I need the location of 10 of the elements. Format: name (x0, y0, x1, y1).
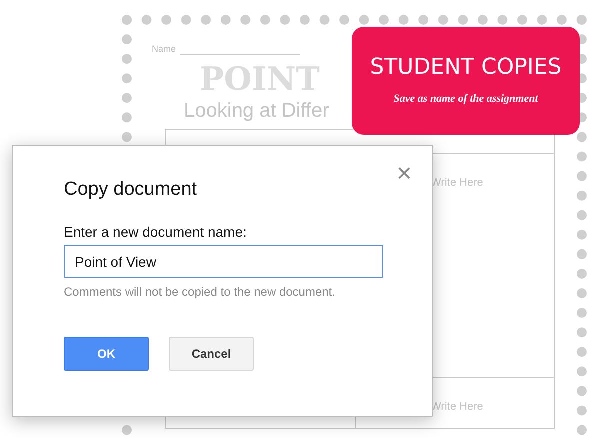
banner-title: STUDENT COPIES (370, 54, 562, 81)
name-field-label: Enter a new document name: (64, 223, 247, 241)
close-button[interactable]: × (396, 160, 412, 186)
banner-subtitle: Save as name of the assignment (394, 92, 538, 107)
hint-text: Comments will not be copied to the new document. (64, 284, 336, 301)
document-name-field[interactable]: Point of View (64, 245, 383, 278)
dialog-title: Copy document (64, 178, 198, 202)
cancel-button[interactable]: Cancel (169, 337, 254, 371)
worksheet-subtitle: Looking at Differ (184, 98, 330, 122)
name-label: Name (152, 43, 176, 56)
